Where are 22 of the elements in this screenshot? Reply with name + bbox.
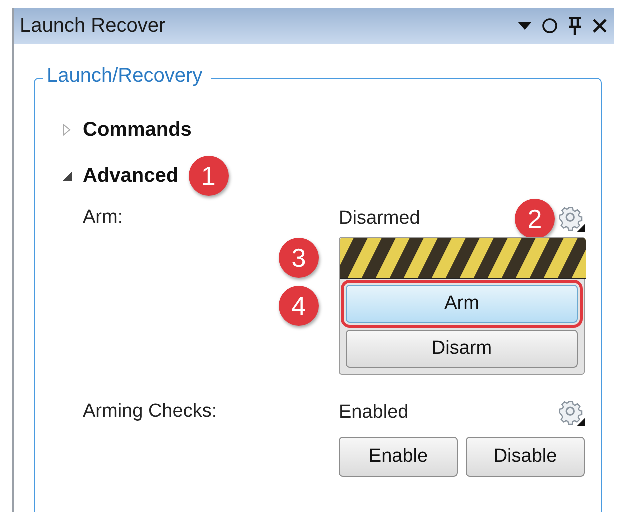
callout-number: 3 [279, 238, 319, 278]
command-button[interactable]: Enable [339, 437, 458, 477]
callout-number: 4 [279, 286, 319, 326]
expanded-triangle-icon[interactable] [61, 170, 73, 182]
circle-icon[interactable] [542, 18, 558, 34]
group-title: Launch/Recovery [43, 65, 211, 88]
field-label: Arm: [83, 206, 124, 229]
status-value: Enabled [339, 402, 410, 424]
field-label: Arming Checks: [83, 400, 218, 423]
callout-number: 1 [188, 156, 229, 196]
gear-icon[interactable] [559, 400, 585, 426]
pin-icon[interactable] [568, 17, 582, 35]
close-icon[interactable] [592, 18, 608, 34]
callout-number: 2 [515, 199, 555, 239]
dropdown-icon[interactable] [518, 22, 532, 30]
window-title: Launch Recover [20, 14, 167, 38]
command-button[interactable]: Disable [466, 437, 585, 477]
section-title[interactable]: Commands [83, 118, 192, 142]
status-value: Disarmed [339, 208, 422, 230]
section-title[interactable]: Advanced [83, 164, 179, 188]
gear-icon[interactable] [559, 206, 585, 232]
command-button[interactable]: Disarm [346, 330, 578, 368]
